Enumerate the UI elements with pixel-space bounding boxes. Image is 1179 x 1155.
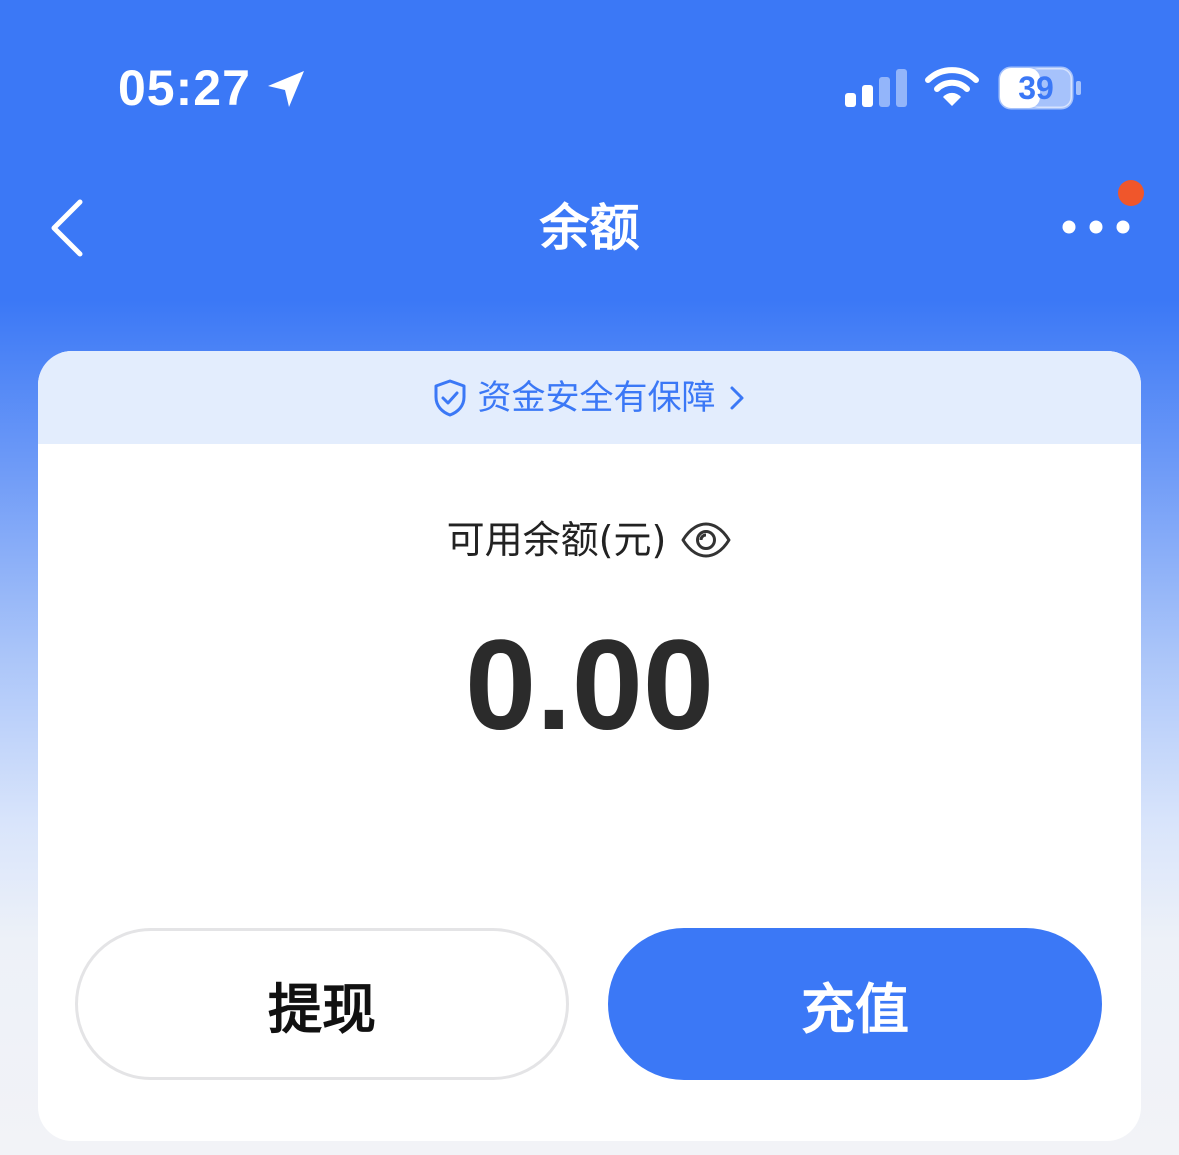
shield-check-icon xyxy=(434,379,465,416)
cellular-signal-icon xyxy=(845,69,907,107)
balance-amount: 0.00 xyxy=(464,614,715,757)
withdraw-button[interactable]: 提现 xyxy=(75,928,569,1080)
page-title: 余额 xyxy=(539,199,640,257)
balance-label-row: 可用余额(元) xyxy=(38,516,1141,564)
chevron-right-icon xyxy=(730,386,743,409)
eye-icon[interactable] xyxy=(680,520,732,560)
status-time: 05:27 xyxy=(118,60,251,116)
more-dots-icon[interactable] xyxy=(1060,218,1132,236)
balance-card: 资金安全有保障 可用余额(元) 0.00 提现 充值 xyxy=(38,351,1141,1141)
security-banner[interactable]: 资金安全有保障 xyxy=(38,351,1141,444)
security-banner-text: 资金安全有保障 xyxy=(477,377,716,418)
wifi-icon xyxy=(925,67,979,106)
location-arrow-icon xyxy=(268,71,304,107)
balance-label: 可用余额(元) xyxy=(446,518,667,562)
notification-dot xyxy=(1118,180,1144,206)
battery-level: 39 xyxy=(1018,70,1054,106)
recharge-button[interactable]: 充值 xyxy=(608,928,1102,1080)
